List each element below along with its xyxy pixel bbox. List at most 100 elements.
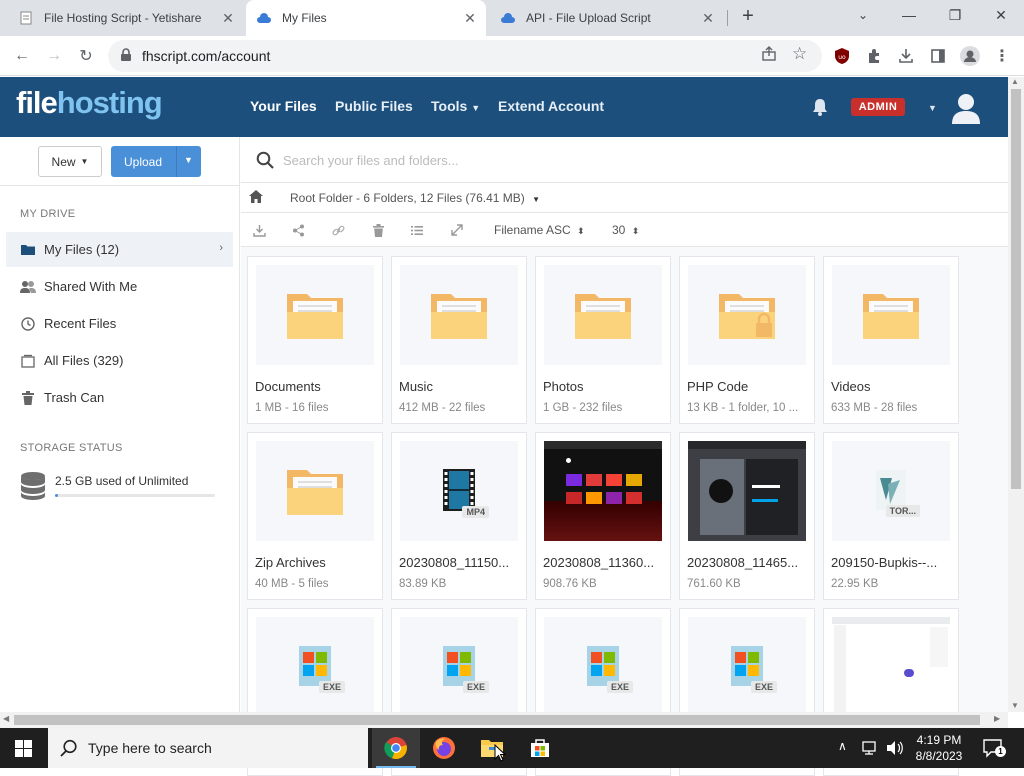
reload-icon[interactable]: ↻ [74,44,98,68]
file-name: Videos [831,379,871,394]
file-meta: 1 MB - 16 files [255,402,329,414]
sidebar-item-shared[interactable]: Shared With Me [6,269,233,304]
admin-caret-icon[interactable]: ▼ [928,103,937,113]
nav-tools-label: Tools [431,98,468,114]
share-icon[interactable] [290,222,306,238]
search-input[interactable] [283,151,683,169]
clock-time: 4:19 PM [916,733,962,747]
extensions-icon[interactable] [862,44,886,68]
file-card[interactable]: MP4 20230808_11150... 83.89 KB [391,432,527,600]
restore-icon[interactable]: ❐ [932,0,978,30]
search-bar [241,137,1008,183]
windows-start-icon[interactable] [15,740,32,760]
storage-status-heading: STORAGE STATUS [20,442,123,454]
sort-select[interactable]: Filename ASC ⬍ [494,223,585,237]
new-tab-icon[interactable]: + [738,6,758,26]
notification-count: 1 [995,746,1006,757]
side-panel-icon[interactable] [926,44,950,68]
minimize-icon[interactable]: — [886,0,932,30]
file-meta: 761.60 KB [687,578,741,590]
sidebar-item-all-files[interactable]: All Files (329) [6,343,233,378]
scroll-thumb[interactable] [1011,89,1021,489]
upload-button[interactable]: Upload ▼ [111,146,201,177]
forward-icon[interactable]: → [42,44,66,68]
scroll-left-icon[interactable]: ◀ [3,714,9,723]
taskbar-search-box[interactable]: Type here to search [48,728,368,768]
folder-icon [256,441,374,541]
close-tab-icon[interactable]: ✕ [700,10,716,26]
sidebar-item-trash[interactable]: Trash Can [6,380,233,415]
sidebar-item-my-files[interactable]: My Files (12) › [6,232,233,267]
home-icon[interactable] [249,190,263,206]
notifications-icon[interactable]: 1 [983,738,1006,761]
caret-down-icon: ▼ [80,157,89,166]
folder-card[interactable]: Music 412 MB - 22 files [391,256,527,424]
search-icon [60,739,78,760]
browser-tab-api[interactable]: API - File Upload Script ✕ [488,0,724,36]
folder-card[interactable]: Zip Archives 40 MB - 5 files [247,432,383,600]
close-window-icon[interactable]: ✕ [978,0,1024,30]
file-card[interactable]: 20230808_11360... 908.76 KB [535,432,671,600]
breadcrumb-root-folder[interactable]: Root Folder - 6 Folders, 12 Files (76.41… [290,191,540,205]
profile-icon[interactable] [958,44,982,68]
folder-card[interactable]: Photos 1 GB - 232 files [535,256,671,424]
avatar[interactable] [950,91,982,128]
fullscreen-icon[interactable] [449,222,465,238]
taskbar-clock[interactable]: 4:19 PM 8/8/2023 [906,732,972,764]
firefox-taskbar-icon[interactable] [420,728,468,768]
file-card[interactable]: 20230808_11465... 761.60 KB [679,432,815,600]
download-icon[interactable] [894,44,918,68]
admin-badge[interactable]: ADMIN [851,98,905,116]
sidebar-divider [0,185,240,186]
tab-search-icon[interactable]: ⌄ [840,0,886,30]
logo[interactable]: filehosting [16,85,163,121]
scroll-up-icon[interactable]: ▲ [1011,77,1019,86]
folder-card[interactable]: PHP Code 13 KB - 1 folder, 10 ... [679,256,815,424]
microsoft-store-taskbar-icon[interactable] [516,728,564,768]
per-page-select[interactable]: 30 ⬍ [612,223,639,237]
sidebar-item-label: All Files (329) [44,353,124,368]
new-button[interactable]: New ▼ [38,146,102,177]
folder-card[interactable]: Videos 633 MB - 28 files [823,256,959,424]
nav-public-files[interactable]: Public Files [335,98,413,114]
main-content: Root Folder - 6 Folders, 12 Files (76.41… [241,137,1008,776]
address-bar[interactable]: fhscript.com/account ☆ [108,40,822,72]
scroll-right-icon[interactable]: ▶ [994,714,1000,723]
vertical-scrollbar[interactable]: ▲ ▼ [1008,77,1024,712]
close-tab-icon[interactable]: ✕ [220,10,236,26]
horizontal-scrollbar[interactable]: ◀ ▶ [0,712,1008,728]
link-icon[interactable] [330,222,346,238]
sidebar-item-recent[interactable]: Recent Files [6,306,233,341]
browser-tab-my-files[interactable]: My Files ✕ [246,0,486,36]
list-view-icon[interactable] [409,222,425,238]
chrome-taskbar-icon[interactable] [372,728,420,768]
nav-your-files[interactable]: Your Files [250,98,317,114]
star-icon[interactable]: ☆ [792,45,807,63]
logo-part-hosting: hosting [56,85,163,120]
file-explorer-taskbar-icon[interactable] [468,728,516,768]
scroll-thumb[interactable] [14,715,980,725]
trash-icon[interactable] [370,222,386,238]
storage-progress-bar [55,494,215,497]
nav-tools[interactable]: Tools ▼ [431,98,480,114]
nav-extend-account[interactable]: Extend Account [498,98,604,114]
folder-card[interactable]: Documents 1 MB - 16 files [247,256,383,424]
scroll-down-icon[interactable]: ▼ [1011,701,1019,710]
image-thumbnail [688,441,806,541]
menu-kebab-icon[interactable]: ⋮ [990,44,1014,68]
ublock-icon[interactable]: uo [830,44,854,68]
file-card[interactable]: TOR... 209150-Bupkis--... 22.95 KB [823,432,959,600]
network-icon[interactable] [862,740,880,759]
close-tab-icon[interactable]: ✕ [462,10,478,26]
bell-icon[interactable] [810,97,830,120]
back-icon[interactable]: ← [10,44,34,68]
share-icon[interactable] [760,45,778,66]
upload-dropdown-icon[interactable]: ▼ [184,155,193,165]
browser-tab-yetishare[interactable]: File Hosting Script - Yetishare ✕ [8,0,244,36]
download-icon[interactable] [251,222,267,238]
sidebar: New ▼ Upload ▼ MY DRIVE My Files (12) › … [0,137,240,712]
storage-usage-text: 2.5 GB used of Unlimited [55,474,189,488]
logo-part-file: file [16,85,58,120]
volume-icon[interactable] [886,740,904,759]
show-hidden-icons-icon[interactable]: ∧ [838,739,847,753]
